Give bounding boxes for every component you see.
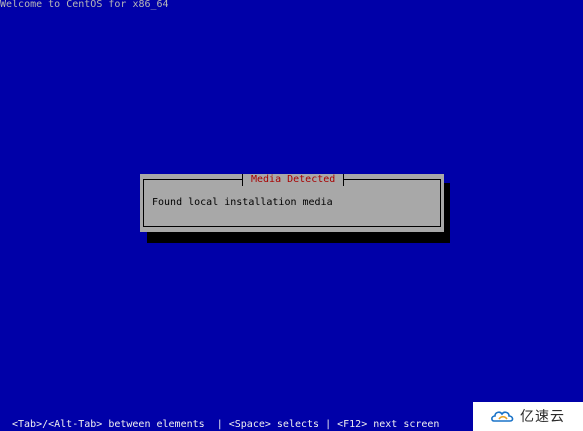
title-right-bracket — [343, 174, 345, 186]
watermark-text: 亿速云 — [520, 408, 565, 425]
installer-header-title: Welcome to CentOS for x86_64 — [0, 0, 169, 10]
watermark: 亿速云 — [473, 402, 583, 431]
cloud-logo-icon — [491, 410, 514, 422]
dialog-title-bar: Media Detected — [242, 174, 345, 186]
keyboard-help-bar: <Tab>/<Alt-Tab> between elements | <Spac… — [12, 419, 440, 430]
dialog-message: Found local installation media — [152, 197, 333, 208]
dialog-title: Media Detected — [251, 174, 336, 185]
